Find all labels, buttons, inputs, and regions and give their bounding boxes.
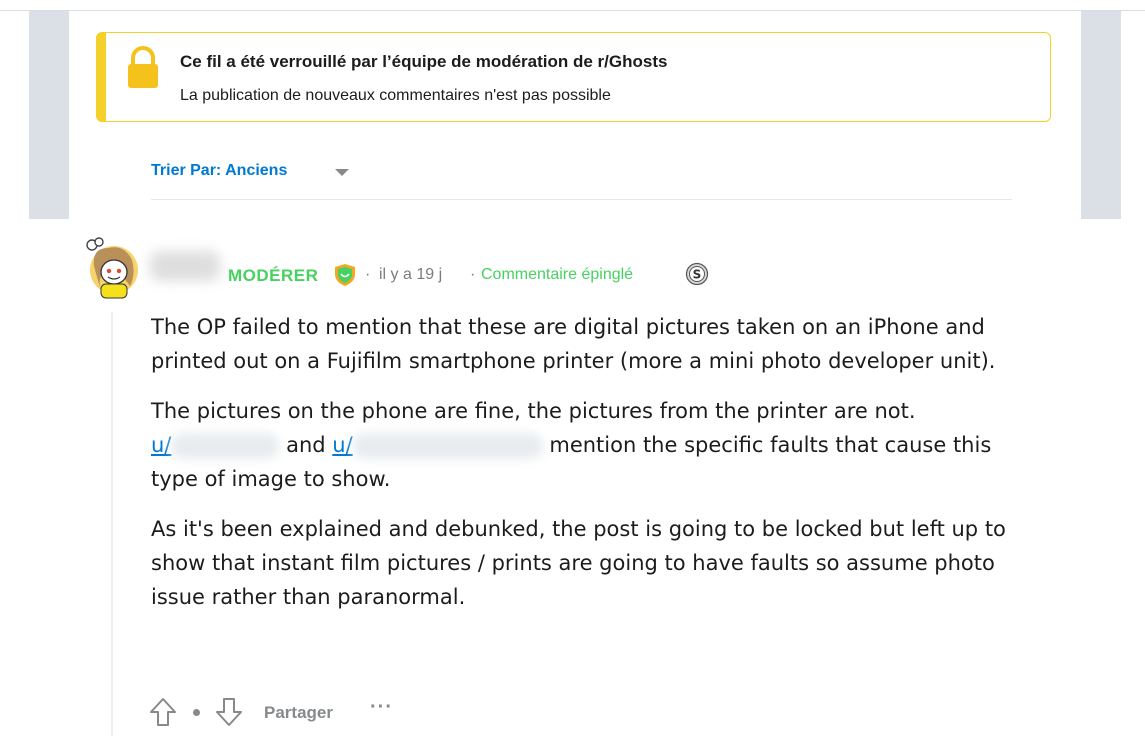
lock-banner-subtitle: La publication de nouveaux commentaires … xyxy=(180,87,611,104)
right-gutter xyxy=(1081,11,1121,219)
comment-timestamp[interactable]: il y a 19 j xyxy=(379,266,442,284)
user-mention-link[interactable]: u/ xyxy=(151,433,171,457)
sort-divider xyxy=(151,199,1012,200)
comment-paragraph: The pictures on the phone are fine, the … xyxy=(151,394,1041,496)
pinned-label: Commentaire épinglé xyxy=(481,266,634,283)
award-icon[interactable]: S xyxy=(685,262,709,286)
top-divider xyxy=(0,10,1145,11)
username-redacted xyxy=(171,433,280,459)
comment-thread-line[interactable] xyxy=(111,312,113,736)
comment-text: and xyxy=(286,433,326,457)
more-options-button[interactable]: ··· xyxy=(370,696,393,719)
lock-icon xyxy=(128,46,158,88)
chevron-down-icon[interactable] xyxy=(335,169,349,176)
comment-body: The OP failed to mention that these are … xyxy=(151,310,1041,630)
avatar[interactable] xyxy=(84,236,140,302)
locked-thread-banner xyxy=(96,32,1051,122)
comment-paragraph: As it's been explained and debunked, the… xyxy=(151,517,1006,609)
comment-paragraph: The OP failed to mention that these are … xyxy=(151,315,996,373)
username-redacted xyxy=(352,433,543,459)
upvote-icon[interactable] xyxy=(148,696,178,728)
share-button[interactable]: Partager xyxy=(264,703,333,723)
moderator-label: MODÉRER xyxy=(228,266,319,285)
downvote-icon[interactable] xyxy=(214,696,244,728)
left-gutter xyxy=(29,11,69,219)
moderator-shield-icon xyxy=(335,264,355,286)
user-mention-link[interactable]: u/ xyxy=(332,433,352,457)
username-redacted xyxy=(150,251,220,281)
sort-dropdown[interactable]: Trier Par: Anciens xyxy=(151,162,287,180)
vote-separator-dot xyxy=(193,709,200,716)
separator-dot: · xyxy=(470,266,476,283)
separator-dot: · xyxy=(365,266,371,283)
lock-banner-title: Ce fil a été verrouillé par l’équipe de … xyxy=(180,52,668,71)
svg-text:S: S xyxy=(693,268,702,282)
comment-text: The pictures on the phone are fine, the … xyxy=(151,399,916,423)
